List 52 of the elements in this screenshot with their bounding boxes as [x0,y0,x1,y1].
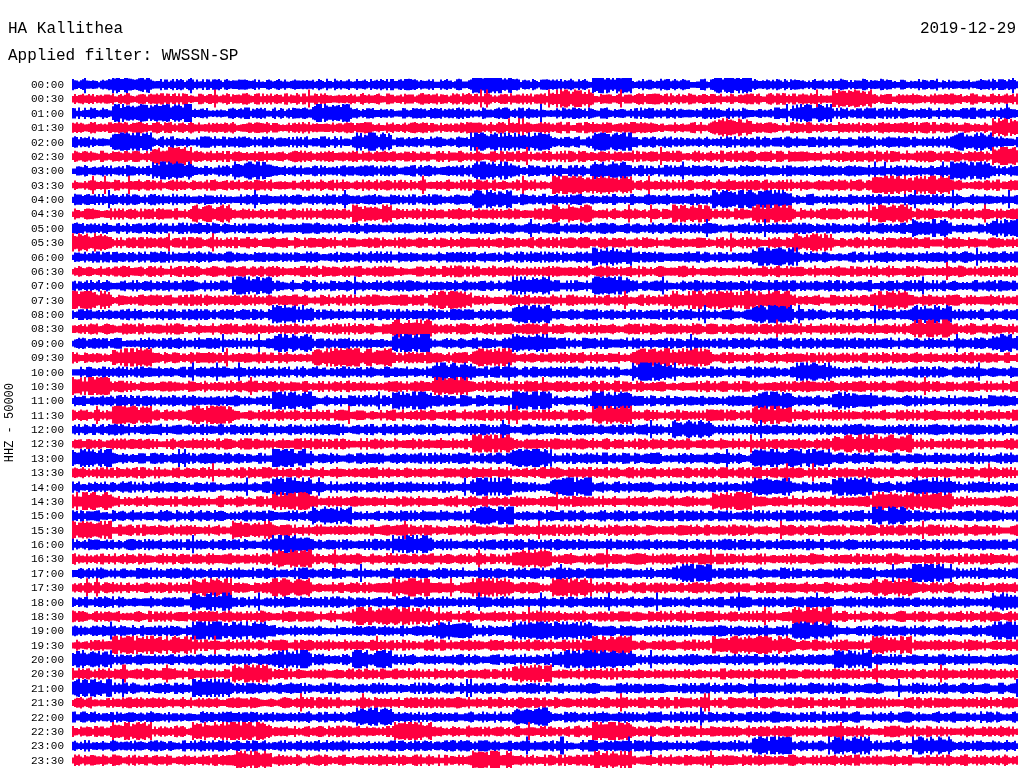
time-label: 18:30 [30,609,64,625]
time-label: 03:00 [30,164,64,179]
time-label: 07:00 [30,279,64,294]
time-label: 14:30 [30,494,64,510]
time-label: 20:00 [30,653,64,668]
time-label: 07:30 [30,293,64,308]
channel-axis-label: HHZ - 50000 [3,383,17,463]
time-label: 23:30 [30,753,64,768]
time-label: 13:30 [30,466,64,481]
time-label: 15:00 [30,509,64,524]
time-label: 15:30 [30,523,64,538]
time-label: 05:30 [30,236,64,251]
time-label: 02:00 [30,135,64,150]
time-label: 06:30 [30,264,64,280]
time-label: 23:00 [30,739,64,754]
time-label: 11:30 [30,408,64,423]
filter-label: Applied filter: WWSSN-SP [8,47,239,65]
time-label: 13:00 [30,451,64,467]
time-label: 09:30 [30,351,64,366]
station-name: HA Kallithea [8,20,125,38]
time-label: 10:00 [30,365,64,380]
time-label: 01:00 [30,106,64,122]
time-label: 21:00 [30,681,64,697]
time-label: 06:00 [30,250,64,265]
time-label: 12:30 [30,437,64,452]
time-label: 01:30 [30,121,64,136]
time-label: 08:00 [30,308,64,323]
time-label: 00:30 [30,92,64,107]
time-label: 17:30 [30,581,64,596]
time-label: 17:00 [30,566,64,582]
time-label: 16:30 [30,552,64,567]
time-label: 05:00 [30,221,64,237]
time-label: 19:00 [30,624,64,639]
time-label: 11:00 [30,394,64,409]
time-label: 12:00 [30,423,64,438]
time-label: 19:30 [30,638,64,653]
time-label: 04:30 [30,207,64,222]
time-label: 09:00 [30,336,64,352]
time-label: 10:30 [30,379,64,395]
time-label: 22:00 [30,710,64,725]
time-label: 22:30 [30,724,64,740]
time-label: 21:30 [30,696,64,711]
time-label: 18:00 [30,595,64,610]
time-label: 03:30 [30,178,64,193]
date-label: 2019-12-29 [920,19,1016,38]
time-label: 04:00 [30,193,64,208]
time-label: 00:00 [30,78,64,93]
time-label: 14:00 [30,480,64,495]
time-label: 02:30 [30,149,64,165]
time-label: 16:00 [30,538,64,553]
time-label: 08:30 [30,322,64,337]
time-label: 20:30 [30,667,64,682]
